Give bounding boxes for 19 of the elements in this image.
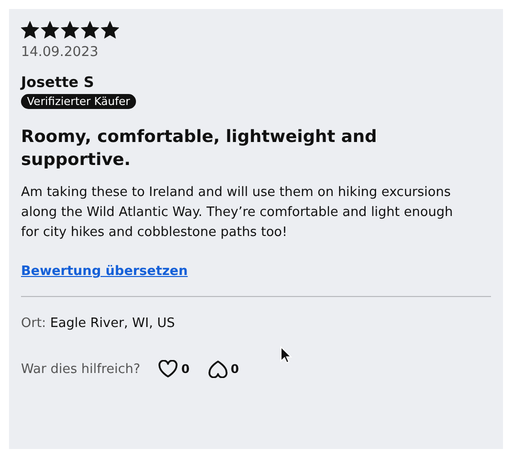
heart-icon — [158, 360, 178, 378]
star-icon — [81, 21, 99, 39]
star-icon — [61, 21, 79, 39]
helpful-prompt: War dies hilfreich? — [21, 362, 140, 376]
translate-link[interactable]: Bewertung übersetzen — [21, 264, 188, 279]
review-text: Am taking these to Ireland and will use them on hiking excursions along the Wild Atlantic Way. They’re comfortable and light enough for city hikes and cobblestone paths too! — [21, 184, 454, 242]
star-icon — [21, 21, 39, 39]
cursor-icon — [280, 346, 292, 364]
inverted-heart-icon — [208, 360, 228, 378]
location-value: Eagle River, WI, US — [50, 316, 175, 331]
review-title: Roomy, comfortable, lightweight and supportive. — [21, 126, 378, 172]
verified-badge: Verifizierter Käufer — [21, 94, 136, 109]
like-button[interactable]: 0 — [158, 360, 190, 378]
dislike-button[interactable]: 0 — [208, 360, 239, 378]
star-icon — [101, 21, 119, 39]
author-name: Josette S — [21, 75, 94, 91]
star-icon — [41, 21, 59, 39]
location-label: Ort: — [21, 316, 46, 331]
review-date: 14.09.2023 — [21, 44, 98, 60]
